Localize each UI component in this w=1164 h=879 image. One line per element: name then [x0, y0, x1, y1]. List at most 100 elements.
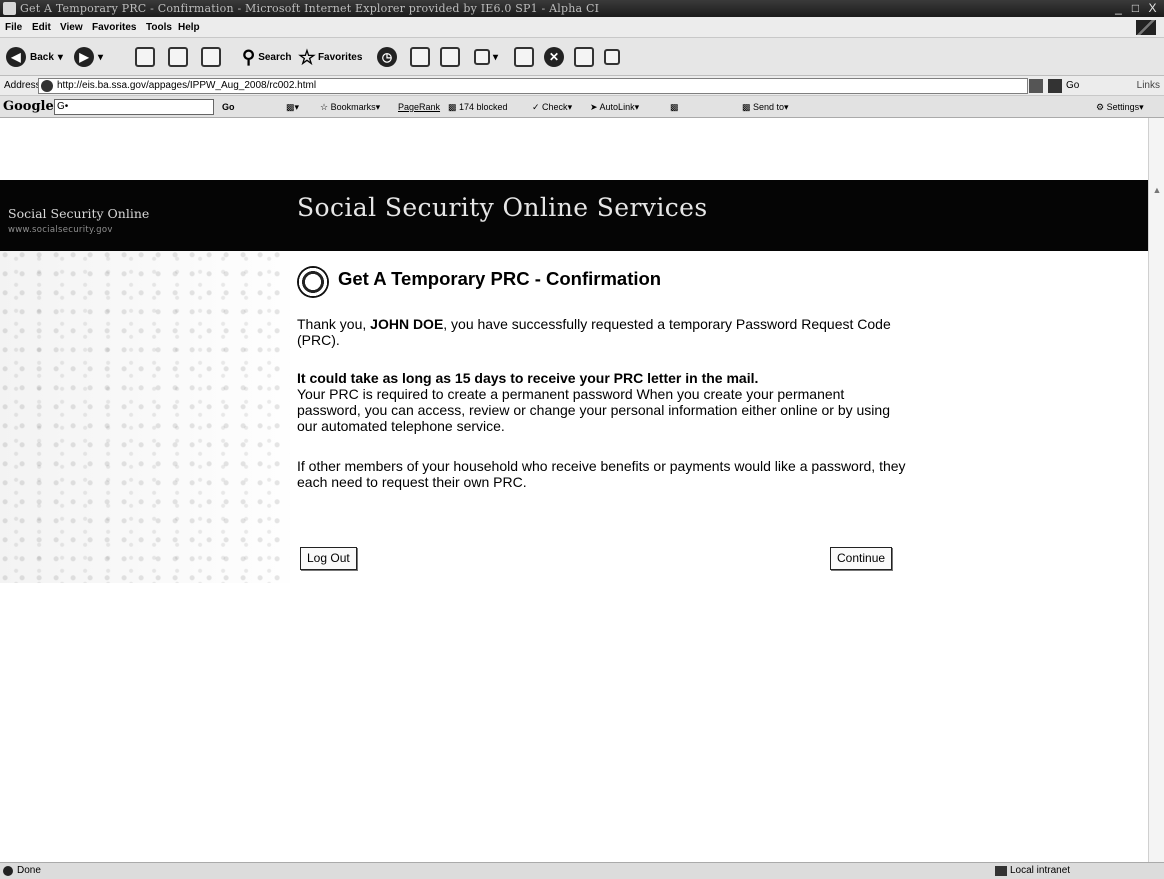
back-label: Back [30, 51, 54, 63]
continue-button[interactable]: Continue [830, 547, 893, 570]
forward-arrow-icon: ▶ [74, 47, 94, 67]
sidebar-texture [0, 251, 290, 583]
vertical-scrollbar[interactable]: ▲ [1148, 118, 1164, 862]
history-button[interactable]: ◷ [377, 45, 397, 69]
chevron-down-icon: ▾ [493, 51, 499, 63]
site-banner: Social Security Online www.socialsecurit… [0, 180, 1148, 251]
close-button[interactable]: X [1145, 1, 1160, 16]
bookmarks-label: Bookmarks [330, 102, 376, 112]
forward-button[interactable]: ▶ ▾ [74, 45, 103, 69]
title-bar: Get A Temporary PRC - Confirmation - Mic… [0, 0, 1164, 17]
minimize-button[interactable]: _ [1111, 1, 1126, 16]
stop-icon [135, 47, 155, 67]
google-search-input[interactable]: G• [54, 99, 214, 115]
settings-button[interactable]: ⚙ Settings▾ [1096, 96, 1144, 118]
favorites-label: Favorites [317, 51, 363, 63]
window-title: Get A Temporary PRC - Confirmation - Mic… [20, 2, 600, 15]
tools-extra-icon [604, 49, 620, 65]
tools-extra-button[interactable] [604, 45, 620, 69]
status-bar: Done Local intranet [0, 862, 1164, 879]
window-controls: _ □ X [1111, 1, 1160, 16]
discuss-button[interactable] [514, 45, 534, 69]
menu-view[interactable]: View [60, 17, 83, 38]
thank-you-text: Thank you, JOHN DOE, you have successful… [297, 316, 897, 348]
banner-title: Social Security Online Services [297, 193, 708, 222]
p1-prefix: Thank you, [297, 316, 371, 332]
bookmarks-button[interactable]: ☆ Bookmarks▾ [320, 96, 380, 118]
standard-toolbar: ◀ Back ▾ ▶ ▾ ⚲ Search ☆ Favorites ◷ ▾ ✕ [0, 38, 1164, 76]
prc-explanation: Your PRC is required to create a permane… [297, 386, 890, 434]
home-icon [201, 47, 221, 67]
page-icon[interactable]: ▩▾ [286, 96, 299, 118]
scroll-up-icon[interactable]: ▲ [1151, 184, 1163, 196]
page-icon [41, 80, 53, 92]
refresh-button[interactable] [168, 45, 188, 69]
sendto-button[interactable]: ▩ Send to▾ [742, 96, 789, 118]
check-label: Check [542, 102, 568, 112]
mail-button[interactable] [410, 45, 430, 69]
site-name[interactable]: Social Security Online [8, 206, 149, 221]
research-icon [574, 47, 594, 67]
search-button[interactable]: ⚲ Search [242, 45, 292, 69]
research-button[interactable] [574, 45, 594, 69]
stop-button[interactable] [135, 45, 155, 69]
go-button[interactable]: Go [1066, 76, 1079, 96]
delivery-warning: It could take as long as 15 days to rece… [297, 370, 759, 386]
intranet-zone-icon [995, 866, 1007, 876]
messenger-button[interactable]: ✕ [544, 45, 564, 69]
menu-favorites[interactable]: Favorites [92, 17, 136, 38]
menu-help[interactable]: Help [178, 17, 200, 38]
refresh-icon [168, 47, 188, 67]
go-arrow-icon[interactable] [1048, 79, 1062, 93]
menu-edit[interactable]: Edit [32, 17, 51, 38]
site-url[interactable]: www.socialsecurity.gov [8, 225, 113, 235]
autolink-button[interactable]: ➤ AutoLink▾ [590, 96, 639, 118]
messenger-icon: ✕ [544, 47, 564, 67]
google-go-button[interactable]: Go [222, 96, 235, 118]
popup-blocker-button[interactable]: ▩ 174 blocked [448, 96, 508, 118]
google-logo[interactable]: Google [3, 96, 54, 118]
address-url: http://eis.ba.ssa.gov/appages/IPPW_Aug_2… [57, 80, 317, 91]
address-dropdown-button[interactable] [1029, 79, 1043, 93]
prc-info-text: It could take as long as 15 days to rece… [297, 370, 912, 434]
page-status-icon [3, 866, 13, 876]
logout-button[interactable]: Log Out [300, 547, 357, 570]
ssa-seal-icon [297, 266, 329, 298]
edit-icon [474, 49, 490, 65]
back-button[interactable]: ◀ Back ▾ [6, 45, 63, 69]
address-bar: Address http://eis.ba.ssa.gov/appages/IP… [0, 76, 1164, 96]
star-icon: ☆ [298, 46, 316, 69]
favorites-button[interactable]: ☆ Favorites [298, 45, 362, 69]
address-label: Address [4, 80, 41, 91]
discuss-icon [514, 47, 534, 67]
search-icon: ⚲ [242, 46, 256, 67]
windows-flag-icon [1136, 20, 1156, 35]
google-toolbar: Google G• Go ▩▾ ☆ Bookmarks▾ PageRank ▩ … [0, 96, 1164, 118]
page-title: Get A Temporary PRC - Confirmation [338, 268, 662, 289]
edit-button[interactable]: ▾ [474, 45, 498, 69]
status-text: Done [17, 865, 41, 876]
chevron-down-icon: ▾ [57, 51, 63, 63]
home-button[interactable] [201, 45, 221, 69]
links-button[interactable]: Links [1137, 76, 1160, 96]
google-search-value: G• [57, 101, 69, 112]
ie-icon [3, 2, 16, 15]
address-input[interactable]: http://eis.ba.ssa.gov/appages/IPPW_Aug_2… [38, 78, 1028, 94]
maximize-button[interactable]: □ [1128, 1, 1143, 16]
back-arrow-icon: ◀ [6, 47, 26, 67]
pagerank-button[interactable]: PageRank [398, 96, 440, 118]
security-zone[interactable]: Local intranet [1010, 863, 1070, 879]
settings-label: Settings [1106, 102, 1140, 112]
menu-tools[interactable]: Tools [146, 17, 172, 38]
menu-file[interactable]: File [5, 17, 22, 38]
menu-bar: File Edit View Favorites Tools Help [0, 17, 1164, 38]
spellcheck-button[interactable]: ✓ Check▾ [532, 96, 572, 118]
history-icon: ◷ [377, 47, 397, 67]
print-button[interactable] [440, 45, 460, 69]
mail-icon [410, 47, 430, 67]
sendto-label: Send to [753, 102, 785, 112]
autofill-button[interactable]: ▩ [670, 96, 679, 118]
household-text: If other members of your household who r… [297, 458, 906, 490]
blocked-count: 174 blocked [459, 102, 508, 112]
search-label: Search [258, 51, 292, 63]
